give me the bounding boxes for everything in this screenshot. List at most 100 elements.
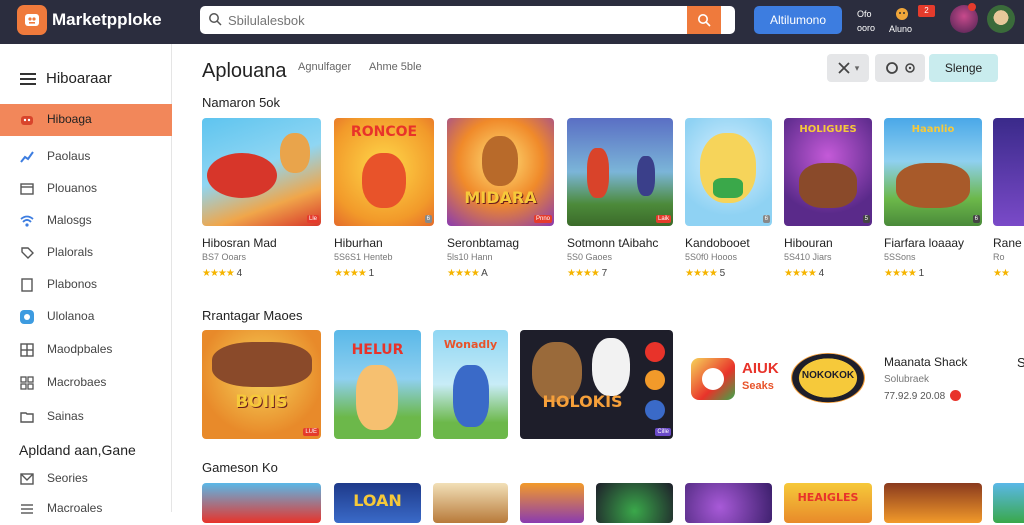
app-thumbnail[interactable] [520, 483, 584, 523]
app-thumbnail: Haanlio 6 [884, 118, 982, 226]
status-badge: 6 [424, 215, 432, 223]
status-badge: Laik [655, 215, 671, 223]
app-art-text: LOAN [353, 491, 402, 510]
dog-character [280, 133, 310, 173]
app-thumbnail: RONCOE 6 [334, 118, 434, 226]
notification-badge: 2 [918, 5, 935, 17]
sidebar-item-label: Seories [47, 471, 88, 485]
info-icon [949, 390, 961, 401]
status-badge: 6 [972, 215, 980, 223]
app-thumbnail: HOLIGUES 5 [784, 118, 872, 226]
featured-logo-text: NOKOKOK [801, 370, 855, 381]
app-art-text: HOLOKIS [542, 392, 623, 411]
featured-app-logo[interactable] [691, 358, 735, 400]
app-name[interactable]: Marketpploke [52, 10, 162, 30]
app-thumbnail[interactable] [993, 483, 1024, 523]
status-badge: LUE [303, 428, 319, 436]
search-bar [200, 6, 735, 34]
sidebar-item-maodpbales[interactable]: Maodpbales [0, 334, 172, 366]
app-thumbnail[interactable] [433, 483, 508, 523]
star-rating-icon: ★★★★ [447, 268, 480, 279]
app-thumbnail[interactable] [596, 483, 673, 523]
featured-title[interactable]: Maanata Shack [884, 355, 967, 369]
star-rating-icon: ★★★★ [334, 268, 367, 279]
group-characters [896, 163, 970, 208]
app-rating: ★★★★ 1 [884, 268, 925, 279]
sidebar-item-sainas[interactable]: Sainas [0, 401, 172, 433]
app-thumbnail: Lle [202, 118, 321, 226]
search-input[interactable] [228, 10, 683, 30]
gamepad-icon [21, 116, 33, 125]
app-thumbnail[interactable]: HEAIGLES [784, 483, 872, 523]
section-title: Gameson Ko [202, 460, 278, 475]
notification-icon[interactable] [893, 6, 911, 22]
sidebar: Hiboaraar Hiboaga Paolaus Plouanos Malos… [0, 44, 172, 515]
star-rating-icon: ★★★★ [202, 268, 235, 279]
settings-icon [904, 63, 915, 73]
search-button[interactable] [687, 6, 721, 34]
sidebar-item-seories[interactable]: Seories [0, 463, 172, 495]
bookmark-icon [21, 278, 33, 292]
app-thumbnail[interactable] [202, 483, 321, 523]
circle-icon [20, 310, 34, 324]
apps-icon [20, 376, 34, 390]
avatar[interactable] [987, 5, 1015, 33]
search-icon [209, 13, 222, 26]
app-subtitle: 5S0f0 Hooos [685, 252, 738, 262]
avatar-badge [968, 3, 976, 11]
app-thumbnail: MIDARA Pnno [447, 118, 554, 226]
mail-icon [20, 473, 34, 485]
girl-character [356, 365, 398, 430]
sidebar-item-paolaus[interactable]: Paolaus [0, 141, 172, 173]
breadcrumb-item[interactable]: Ahme 5ble [369, 61, 422, 73]
sidebar-item-label: Paolaus [47, 149, 91, 163]
app-art-text: MIDARA [464, 188, 537, 207]
sidebar-item-plalorals[interactable]: Plalorals [0, 237, 172, 269]
sidebar-item-hiboaga[interactable]: Hiboaga [0, 104, 172, 136]
breadcrumb-item[interactable]: Agnulfager [298, 61, 351, 73]
status-badge: 5 [862, 215, 870, 223]
sidebar-item-ulolanoa[interactable]: Ulolanoa [0, 301, 172, 333]
header-action-button[interactable]: Altilumono [754, 6, 842, 34]
status-badge: Pnno [533, 215, 552, 223]
star-rating-icon: ★★★★ [884, 268, 917, 279]
app-title: Hiburhan [334, 236, 383, 250]
app-art-text: Haanlio [911, 124, 955, 135]
app-thumbnail[interactable] [685, 483, 772, 523]
group-characters [799, 163, 857, 208]
group-characters [212, 342, 312, 387]
app-rating: ★★★★ 1 [334, 268, 375, 279]
tools-icon [838, 62, 850, 74]
menu-icon[interactable] [20, 73, 36, 85]
grid-icon [20, 343, 34, 357]
sidebar-item-label: Malosgs [47, 213, 92, 227]
featured-app-badge-logo[interactable]: NOKOKOK [791, 353, 865, 403]
app-art-text: HOLIGUES [799, 124, 857, 135]
star-rating-icon: ★★ [993, 268, 1010, 279]
sidebar-item-label: Plabonos [47, 277, 98, 291]
status-badge: 6 [762, 215, 770, 223]
section-title: Namaron 5ok [202, 95, 281, 110]
sidebar-item-plabonos[interactable]: Plabonos [0, 269, 172, 301]
primary-action-button[interactable]: Slenge [929, 54, 998, 82]
sidebar-item-label: Sainas [47, 409, 84, 423]
app-title: Sotmonn tAibahc [567, 236, 659, 250]
window-icon [20, 183, 34, 195]
app-subtitle: BS7 Ooars [202, 252, 247, 262]
sidebar-item-macroales[interactable]: Macroales [0, 493, 172, 525]
sidebar-item-macrobaes[interactable]: Macrobaes [0, 367, 172, 399]
sidebar-title: Hiboaraar [46, 70, 112, 87]
app-logo-icon[interactable] [17, 5, 47, 35]
app-thumbnail[interactable]: LOAN [334, 483, 421, 523]
status-text-bottom: ooro [857, 23, 876, 33]
sidebar-item-plouanos[interactable]: Plouanos [0, 173, 172, 205]
app-art-text: HEAIGLES [797, 491, 859, 504]
app-title: Kandobooet [685, 236, 750, 250]
status-text-top: Ofo [857, 9, 872, 19]
sidebar-item-malosgs[interactable]: Malosgs [0, 205, 172, 237]
app-title: Rane [993, 236, 1022, 250]
app-thumbnail[interactable] [884, 483, 982, 523]
view-toggle-button[interactable] [875, 54, 925, 82]
filter-button[interactable]: ▾ [827, 54, 869, 82]
search-icon [698, 14, 711, 27]
